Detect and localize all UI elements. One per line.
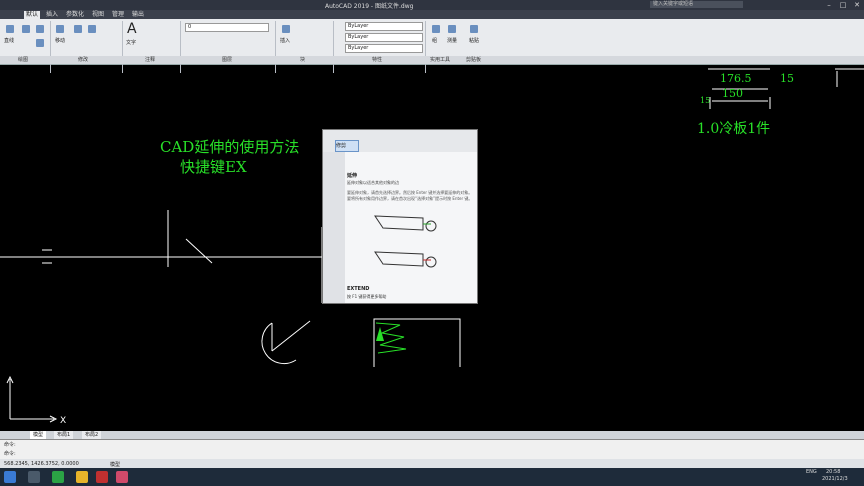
paste-icon[interactable] <box>470 25 478 33</box>
panel-properties[interactable]: 特性 <box>372 56 382 64</box>
layout-tabs: 模型 布局1 布局2 <box>0 431 864 439</box>
dimension-15-b: 15 <box>700 96 711 105</box>
clock-date[interactable]: 2021/12/3 <box>822 476 848 482</box>
tab-layout1[interactable]: 布局1 <box>54 431 74 439</box>
canvas-title: CAD延伸的使用方法 <box>160 138 300 156</box>
text-tool-label: 文字 <box>126 40 137 46</box>
move-tool-label: 移动 <box>55 38 66 44</box>
clock-time[interactable]: 20:58 <box>826 469 840 475</box>
wechat-icon[interactable] <box>52 471 64 483</box>
dimension-150: 150 <box>722 87 743 100</box>
color-combo[interactable]: ByLayer <box>345 22 423 31</box>
tab-layout2[interactable]: 布局2 <box>82 431 102 439</box>
canvas-note: 1.0冷板1件 <box>697 121 771 137</box>
command-line[interactable]: 命令: 命令: <box>0 439 864 460</box>
tooltip-command-name: 延伸 <box>347 173 358 179</box>
paste-label: 粘贴 <box>469 38 480 44</box>
model-space-button[interactable]: 模型 <box>110 461 120 468</box>
tooltip-help: 按 F1 键获得更多帮助 <box>347 294 387 299</box>
tooltip-illustration <box>374 215 437 268</box>
stretch-tool-icon[interactable] <box>88 25 96 33</box>
panel-clipboard[interactable]: 剪贴板 <box>466 56 481 64</box>
circle-tool-icon[interactable] <box>36 25 44 33</box>
line-tool-label: 直线 <box>4 38 15 44</box>
title-bar: AutoCAD 2019 - 图纸文件.dwg 键入关键字或短语 – □ ✕ <box>0 0 864 10</box>
group-label: 组 <box>432 38 438 44</box>
arc-tool-icon[interactable] <box>36 39 44 47</box>
tooltip-command: EXTEND <box>347 286 370 292</box>
close-icon[interactable]: ✕ <box>850 0 864 10</box>
taskbar: ENG 20:58 2021/12/3 <box>0 468 864 486</box>
tab-default[interactable]: 默认 <box>24 11 41 19</box>
tab-view[interactable]: 视图 <box>90 11 106 19</box>
insert-block-label: 插入 <box>280 38 291 44</box>
arc-shape <box>261 322 297 365</box>
panel-utilities[interactable]: 实用工具 <box>430 56 450 64</box>
tab-model[interactable]: 模型 <box>30 431 47 439</box>
dimension-176: 176.5 <box>720 72 752 85</box>
tooltip-description: 延伸对象以适合其他对象的边 <box>347 180 399 185</box>
search-input[interactable]: 键入关键字或短语 <box>650 1 743 8</box>
axis-x-label: X <box>60 416 66 426</box>
trim-extend-button[interactable]: 修剪 <box>335 140 359 152</box>
layer-combo[interactable]: 0 <box>185 23 269 32</box>
polyline-tool-icon[interactable] <box>22 25 30 33</box>
command-history: 命令: <box>4 442 16 448</box>
group-icon[interactable] <box>432 25 440 33</box>
explorer-icon[interactable] <box>76 471 88 483</box>
dimension-15-a: 15 <box>780 72 794 85</box>
panel-layers[interactable]: 图层 <box>222 56 232 64</box>
tooltip-body: 要延伸对象，请首先选择边界。然后按 Enter 键并选择要延伸的对象。要将所有对… <box>347 190 473 201</box>
insert-block-icon[interactable] <box>282 25 290 33</box>
panel-block[interactable]: 块 <box>300 56 305 64</box>
tab-output[interactable]: 输出 <box>130 11 146 19</box>
window-title: AutoCAD 2019 - 图纸文件.dwg <box>325 3 414 10</box>
command-input[interactable]: 命令: <box>4 450 16 457</box>
language-indicator[interactable]: ENG <box>806 469 817 475</box>
tab-insert[interactable]: 插入 <box>44 11 60 19</box>
tooltip-toolbar: 修剪 <box>323 130 477 152</box>
coordinates-readout: 568.2345, 1426.3752, 0.0000 <box>4 461 79 467</box>
ribbon-panel-labels: 绘图 修改 注释 图层 块 特性 实用工具 剪贴板 <box>0 56 864 64</box>
ribbon-tabs: 默认 插入 参数化 视图 管理 输出 <box>0 10 864 19</box>
start-icon[interactable] <box>4 471 16 483</box>
move-tool-icon[interactable] <box>56 25 64 33</box>
tab-parametric[interactable]: 参数化 <box>64 11 86 19</box>
diagonal-line <box>185 238 213 264</box>
measure-icon[interactable] <box>448 25 456 33</box>
status-bar: 568.2345, 1426.3752, 0.0000 模型 <box>0 459 864 468</box>
panel-modify[interactable]: 修改 <box>78 56 88 64</box>
autocad-icon[interactable] <box>96 471 108 483</box>
app-icon[interactable] <box>116 471 128 483</box>
tab-manage[interactable]: 管理 <box>110 11 126 19</box>
canvas-subtitle: 快捷键EX <box>180 158 247 176</box>
copy-tool-icon[interactable] <box>74 25 82 33</box>
maximize-icon[interactable]: □ <box>836 0 850 10</box>
measure-label: 测量 <box>447 38 458 44</box>
extend-tooltip: 修剪 延伸 延伸对象以适合其他对象的边 要延伸对象，请首先选择边界。然后按 En… <box>322 129 478 304</box>
panel-draw[interactable]: 绘图 <box>18 56 28 64</box>
minimize-icon[interactable]: – <box>822 0 836 10</box>
line-tool-icon[interactable] <box>6 25 14 33</box>
search-icon[interactable] <box>28 471 40 483</box>
linetype-combo[interactable]: ByLayer <box>345 33 423 42</box>
lineweight-combo[interactable]: ByLayer <box>345 44 423 53</box>
panel-annotation[interactable]: 注释 <box>145 56 155 64</box>
text-tool-icon[interactable]: A <box>127 21 137 37</box>
